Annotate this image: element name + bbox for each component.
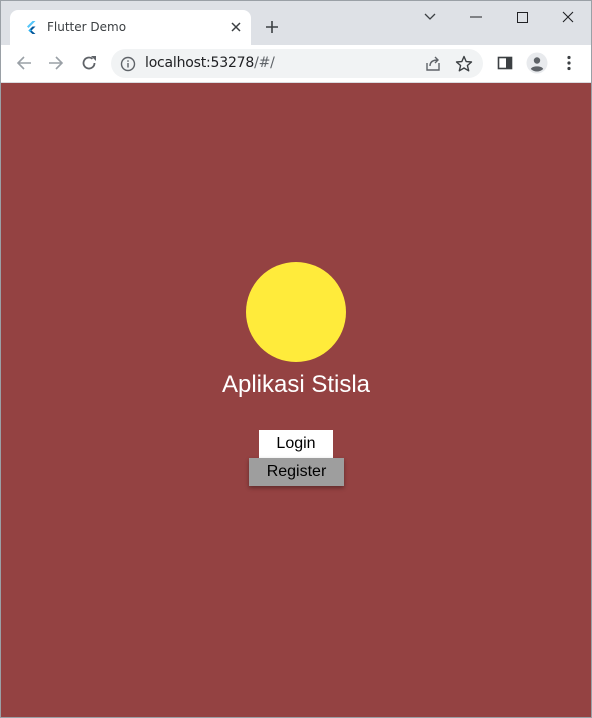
kebab-menu-icon[interactable] (557, 51, 581, 75)
browser-toolbar: localhost:53278/#/ (1, 45, 591, 83)
login-button[interactable]: Login (259, 430, 333, 458)
page-title: Aplikasi Stisla (221, 371, 371, 398)
tab-title: Flutter Demo (47, 20, 127, 34)
arrow-left-icon[interactable] (12, 51, 36, 75)
side-panel-icon[interactable] (493, 51, 517, 75)
share-icon[interactable] (423, 54, 443, 74)
address-bar[interactable]: localhost:53278/#/ (111, 49, 483, 78)
profile-icon[interactable] (525, 51, 549, 75)
browser-tab[interactable]: Flutter Demo (10, 10, 251, 45)
window-close-icon[interactable] (557, 7, 579, 27)
minimize-icon[interactable] (465, 7, 487, 27)
url-host: localhost:53278 (145, 55, 255, 71)
register-button[interactable]: Register (249, 458, 344, 486)
plus-icon[interactable] (262, 17, 282, 37)
flutter-logo-icon (24, 20, 38, 34)
browser-window: Flutter Demo localhost:53278/#/ Aplikasi… (0, 0, 592, 718)
chevron-down-icon[interactable] (419, 7, 441, 27)
logo-circle (246, 262, 346, 362)
maximize-icon[interactable] (511, 7, 533, 27)
info-icon[interactable] (120, 56, 136, 72)
close-icon[interactable] (228, 19, 244, 35)
url-path: /#/ (254, 55, 275, 71)
arrow-right-icon[interactable] (44, 51, 68, 75)
page-content: Aplikasi Stisla Login Register (1, 83, 591, 717)
tab-strip: Flutter Demo (1, 1, 591, 45)
url-text[interactable]: localhost:53278/#/ (145, 55, 275, 71)
reload-icon[interactable] (77, 51, 101, 75)
star-icon[interactable] (454, 54, 474, 74)
